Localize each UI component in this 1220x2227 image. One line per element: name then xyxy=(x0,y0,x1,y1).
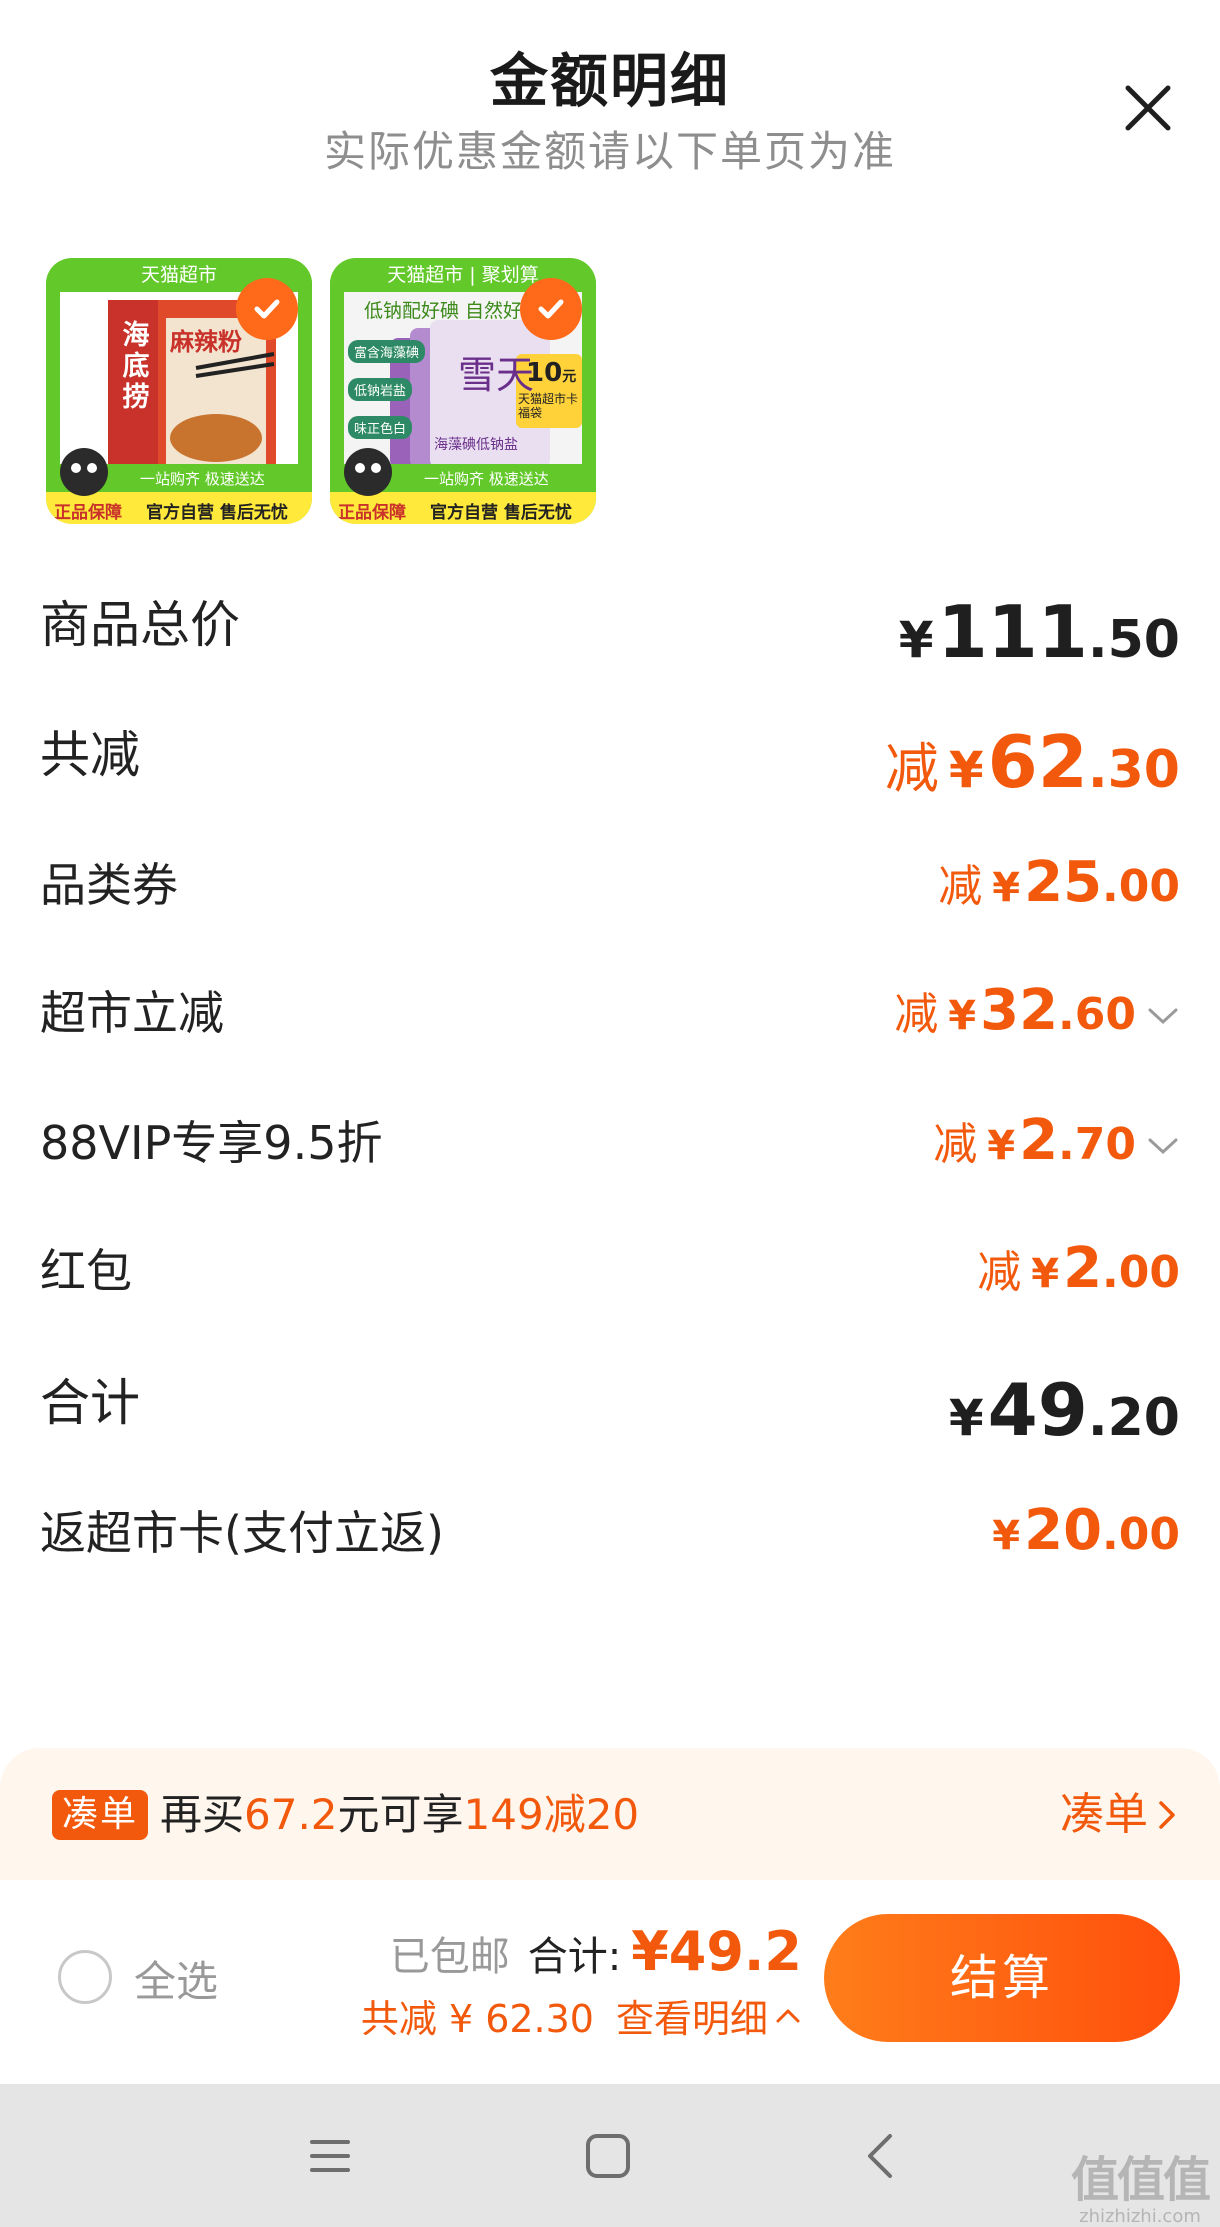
row-value: 减 ¥ 25 .00 xyxy=(938,850,1180,915)
chevron-down-icon[interactable] xyxy=(1146,1135,1180,1157)
product-chip: 富含海藻碘 xyxy=(348,340,426,363)
row-supermarket-discount[interactable]: 超市立减 减 ¥ 32 .60 xyxy=(40,968,1180,1058)
row-label: 88VIP专享9.5折 xyxy=(40,1116,383,1170)
row-label: 共减 xyxy=(40,726,140,784)
row-label: 红包 xyxy=(40,1244,132,1298)
product-card-value: 10元 xyxy=(526,358,577,388)
home-icon xyxy=(586,2134,630,2178)
promo-text: 再买67.2元可享149减20 xyxy=(160,1790,640,1839)
home-button[interactable] xyxy=(576,2124,640,2188)
product-pack-text: 雪天 xyxy=(458,353,535,397)
row-value: ¥ 49 .20 xyxy=(948,1368,1180,1452)
row-88vip-discount[interactable]: 88VIP专享9.5折 减 ¥ 2 .70 xyxy=(40,1098,1180,1188)
row-label: 商品总价 xyxy=(40,596,240,654)
add-on-link[interactable]: 凑单 xyxy=(1060,1778,1180,1852)
close-icon xyxy=(1125,85,1171,131)
product-chip: 低钠岩盐 xyxy=(348,378,413,401)
row-category-coupon: 品类券 减 ¥ 25 .00 xyxy=(40,840,1180,930)
checkout-button[interactable]: 结算 xyxy=(824,1914,1180,2042)
select-all-radio[interactable] xyxy=(58,1950,112,2004)
product-badge: 正品保障 xyxy=(54,503,122,523)
checkout-bar: 全选 已包邮 合计: ¥49.2 共减 ¥ 62.30 查看明细 结算 xyxy=(0,1880,1220,2084)
close-button[interactable] xyxy=(1118,78,1178,138)
page-subtitle: 实际优惠金额请以下单页为准 xyxy=(323,127,896,176)
back-icon xyxy=(868,2134,892,2178)
checkout-total: 已包邮 合计: ¥49.2 xyxy=(390,1920,802,1983)
row-red-packet: 红包 减 ¥ 2 .00 xyxy=(40,1226,1180,1316)
page-title: 金额明细 xyxy=(489,47,730,115)
row-label: 品类券 xyxy=(40,858,178,912)
product-headline: 低钠配好碘 自然好 xyxy=(364,300,523,322)
product-badge: 正品保障 xyxy=(338,503,406,523)
select-all-label[interactable]: 全选 xyxy=(134,1948,218,2009)
shipping-status: 已包邮 xyxy=(389,1934,510,1980)
product-strip-bottom: 官方自营 售后无忧 xyxy=(430,503,572,523)
row-value: ¥ 20 .00 xyxy=(992,1498,1180,1563)
product-brand: 海 底 捞 xyxy=(122,320,150,413)
row-supermarket-card-cashback: 返超市卡(支付立返) ¥ 20 .00 xyxy=(40,1488,1180,1578)
row-value: 减 ¥ 62 .30 xyxy=(884,720,1180,804)
back-button[interactable] xyxy=(850,2124,914,2188)
product-pack-text: 麻辣粉 xyxy=(170,328,242,356)
menu-icon xyxy=(310,2140,350,2172)
row-value: 减 ¥ 2 .00 xyxy=(977,1236,1180,1301)
row-grand-total: 合计 ¥ 49 .20 xyxy=(40,1358,1180,1452)
row-label: 合计 xyxy=(40,1374,140,1432)
row-label: 返超市卡(支付立返) xyxy=(40,1506,444,1560)
row-label: 超市立减 xyxy=(40,986,224,1040)
product-chip: 味正色白 xyxy=(348,416,413,439)
savings-line: 共减 ¥ 62.30 查看明细 xyxy=(361,1988,802,2043)
check-icon xyxy=(538,299,564,319)
chevron-up-icon xyxy=(776,2009,800,2022)
system-nav-bar xyxy=(0,2084,1220,2227)
promo-badge: 凑单 xyxy=(52,1790,149,1840)
watermark: 值值值 zhizhizhi.com xyxy=(1070,2152,1211,2227)
savings-amount: 共减 ¥ 62.30 xyxy=(360,1997,594,2041)
product-strip-bottom: 官方自营 售后无忧 xyxy=(146,503,288,523)
product-pack-subtitle: 海藻碘低钠盐 xyxy=(434,437,518,453)
product-strip-top: 一站购齐 极速送达 xyxy=(424,470,549,488)
row-subtotal: 商品总价 ¥ 111 .50 xyxy=(40,580,1180,674)
product-thumbnail-2[interactable]: 天猫超市 | 聚划算 低钠配好碘 自然好 富含海藻碘 低钠岩盐 味正色白 雪天 … xyxy=(330,258,596,524)
view-detail-link[interactable]: 查看明细 xyxy=(616,1988,802,2043)
row-value: 减 ¥ 2 .70 xyxy=(933,1098,1180,1188)
product-thumbnail-1[interactable]: 天猫超市 海 底 捞 麻辣粉 一站购齐 极速送达 正品保障 官方自营 售后无忧 xyxy=(46,258,312,524)
product-selected-badge[interactable] xyxy=(520,278,582,340)
promo-bar: 凑单 再买67.2元可享149减20 凑单 xyxy=(0,1748,1220,1880)
product-selected-badge[interactable] xyxy=(236,278,298,340)
product-card-text: 天猫超市卡福袋 xyxy=(518,392,579,420)
check-icon xyxy=(254,299,280,319)
row-total-discount: 共减 减 ¥ 62 .30 xyxy=(40,710,1180,804)
row-value: 减 ¥ 32 .60 xyxy=(894,968,1180,1058)
chevron-down-icon[interactable] xyxy=(1146,1005,1180,1027)
row-value: ¥ 111 .50 xyxy=(898,590,1180,674)
product-strip-top: 一站购齐 极速送达 xyxy=(140,470,265,488)
total-label: 合计: xyxy=(527,1934,622,1980)
menu-button[interactable] xyxy=(298,2124,362,2188)
chevron-right-icon xyxy=(1159,1801,1175,1829)
total-value: ¥49.2 xyxy=(631,1920,802,1983)
